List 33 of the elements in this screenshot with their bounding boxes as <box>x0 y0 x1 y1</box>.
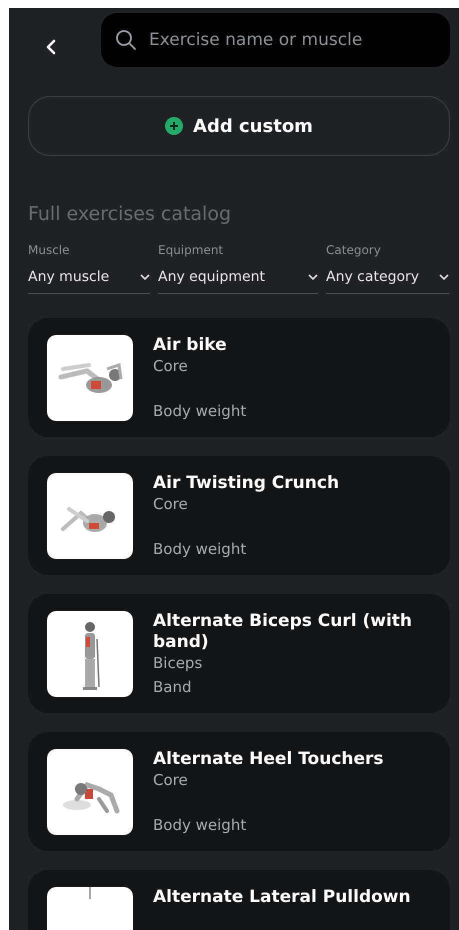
equipment-label: Body weight <box>153 538 248 558</box>
muscle-label: Biceps <box>153 652 204 672</box>
filter-label: Category <box>326 242 382 258</box>
exercise-card[interactable]: Alternate Lateral Pulldown <box>28 870 450 930</box>
muscle-label: Core <box>153 494 189 514</box>
add-custom-button[interactable]: Add custom <box>28 96 450 156</box>
exercise-card[interactable]: Alternate Heel Touchers Core Body weight <box>28 732 450 850</box>
equipment-label: Body weight <box>153 814 248 834</box>
exercise-name: Alternate Lateral Pulldown <box>153 886 411 908</box>
chevron-down-icon <box>308 274 318 280</box>
exercise-name: Air Twisting Crunch <box>153 472 340 494</box>
filter-label: Muscle <box>28 242 71 258</box>
exercise-name: Alternate Heel Touchers <box>153 748 384 770</box>
filter-dropdown[interactable]: Any muscle <box>28 266 150 294</box>
muscle-label: Core <box>153 770 189 790</box>
equipment-label: Band <box>153 676 193 696</box>
exercise-name: Alternate Biceps Curl (with band) <box>153 610 414 652</box>
filter-dropdown[interactable]: Any category <box>326 266 449 294</box>
equipment-label: Body weight <box>153 400 246 420</box>
filter-dropdown[interactable]: Any equipment <box>158 266 318 294</box>
search-field[interactable]: Exercise name or muscle <box>101 13 450 67</box>
exercise-name: Air bike <box>153 334 228 356</box>
exercise-card[interactable]: Air bike Core Body weight <box>28 318 450 436</box>
plus-icon <box>165 117 184 135</box>
exercise-card[interactable]: Alternate Biceps Curl (with band) Biceps Band <box>28 594 450 712</box>
search-icon <box>115 29 137 51</box>
muscle-label: Core <box>153 356 189 376</box>
exercise-card[interactable]: Air Twisting Crunch Core Body weight <box>28 456 450 574</box>
filter-label: Equipment <box>158 242 224 258</box>
section-title: Full exercises catalog <box>28 202 232 227</box>
back-icon <box>44 39 58 55</box>
chevron-down-icon <box>439 274 449 280</box>
chevron-down-icon <box>140 274 150 280</box>
